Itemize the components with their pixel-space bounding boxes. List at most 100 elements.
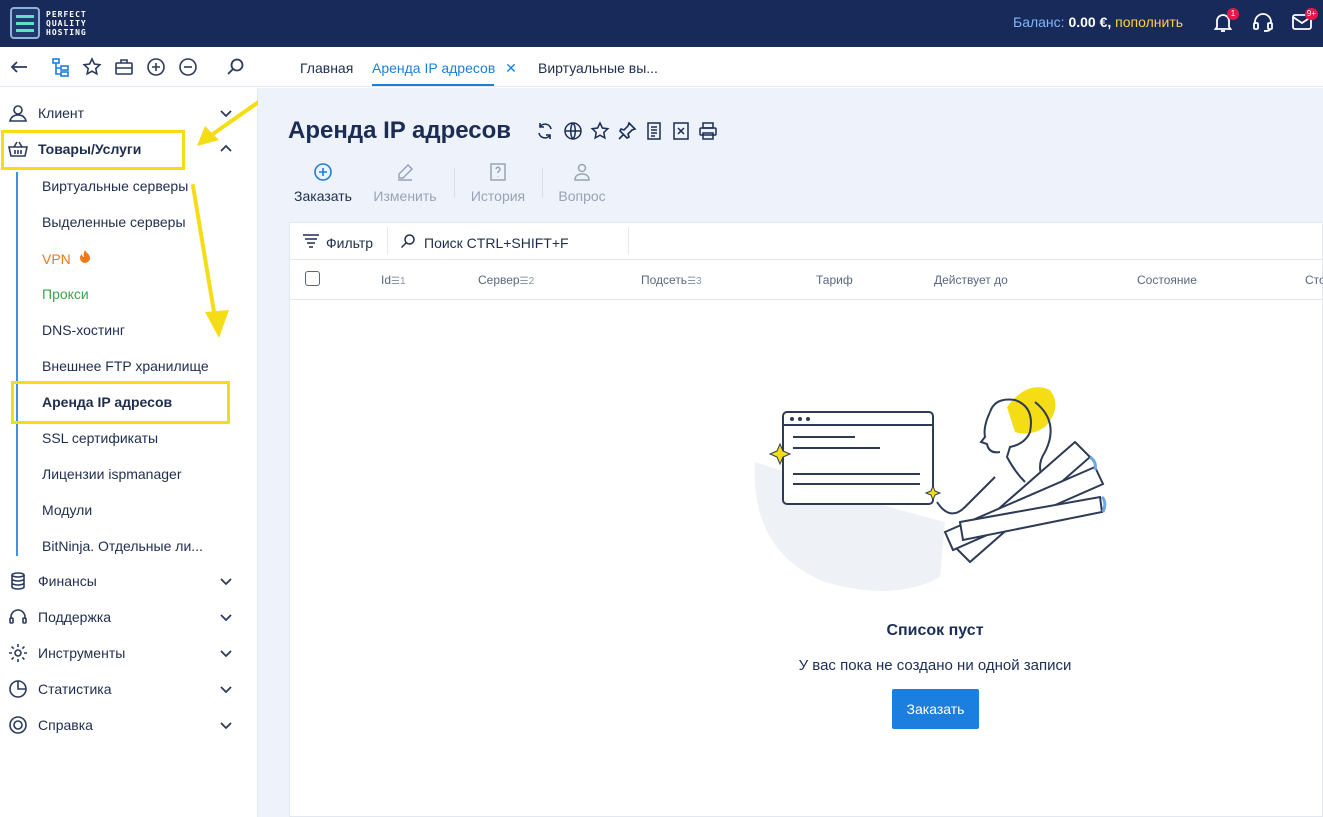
logo-line: PERFECT xyxy=(46,9,87,19)
sidebar-item-tools[interactable]: Инструменты xyxy=(0,635,258,671)
pin-icon[interactable] xyxy=(617,121,637,141)
action-label: Вопрос xyxy=(558,188,606,204)
history-action-button[interactable]: История xyxy=(467,162,529,204)
tab-home[interactable]: Главная xyxy=(300,60,353,76)
empty-state-title: Список пуст xyxy=(886,622,984,639)
tree-icon[interactable] xyxy=(51,57,71,77)
active-tab-indicator xyxy=(372,84,494,86)
star-icon[interactable] xyxy=(82,57,102,77)
excel-icon[interactable] xyxy=(671,121,691,141)
action-label: История xyxy=(470,188,526,204)
balance-label: Баланс: xyxy=(1013,14,1065,30)
filter-button[interactable]: Фильтр xyxy=(302,233,373,252)
sidebar-subitem-dns[interactable]: DNS-хостинг xyxy=(42,322,125,338)
chevron-down-icon xyxy=(219,574,233,588)
logo-icon xyxy=(10,7,40,39)
order-action-button[interactable]: Заказать xyxy=(291,162,355,204)
sidebar-subitem-dedicated-servers[interactable]: Выделенные серверы xyxy=(42,214,186,230)
sidebar-item-label: Финансы xyxy=(38,573,97,589)
sidebar-subitem-label: VPN xyxy=(42,251,71,267)
fire-icon xyxy=(79,250,91,267)
pie-chart-icon xyxy=(8,679,28,699)
minus-circle-icon[interactable] xyxy=(178,57,198,77)
sidebar-subitem-virtual-servers[interactable]: Виртуальные серверы xyxy=(42,178,188,194)
submenu-line xyxy=(16,172,18,556)
headset-icon xyxy=(8,607,28,627)
filter-icon xyxy=(302,233,320,252)
chevron-down-icon xyxy=(219,646,233,660)
globe-icon[interactable] xyxy=(563,121,583,141)
refresh-icon[interactable] xyxy=(535,121,555,141)
sidebar-item-label: Инструменты xyxy=(38,645,126,661)
sidebar-subitem-ftp[interactable]: Внешнее FTP хранилище xyxy=(42,358,209,374)
history-icon xyxy=(488,162,508,182)
sidebar-item-statistics[interactable]: Статистика xyxy=(0,671,258,707)
sidebar-subitem-proxy[interactable]: Прокси xyxy=(42,286,89,302)
top-header: PERFECT QUALITY HOSTING Баланс: 0.00 €, … xyxy=(0,0,1323,47)
column-header-id[interactable]: Id☰1 xyxy=(381,273,406,287)
pencil-icon xyxy=(395,162,415,182)
sidebar-item-label: Справка xyxy=(38,717,93,733)
sidebar-item-help[interactable]: Справка xyxy=(0,707,258,743)
column-header-state[interactable]: Состояние xyxy=(1137,273,1197,287)
filter-separator xyxy=(387,227,388,255)
bell-icon[interactable]: 1 xyxy=(1211,8,1239,34)
search-icon[interactable] xyxy=(226,57,246,77)
sidebar-subitem-vpn[interactable]: VPN xyxy=(42,250,91,267)
sidebar-subitem-modules[interactable]: Модули xyxy=(42,502,92,518)
sidebar-subitem-bitninja[interactable]: BitNinja. Отдельные ли... xyxy=(42,538,203,554)
empty-state-illustration xyxy=(754,387,1107,591)
chevron-down-icon xyxy=(219,610,233,624)
coins-icon xyxy=(8,571,28,591)
briefcase-icon[interactable] xyxy=(114,57,134,77)
filter-separator xyxy=(628,227,629,255)
highlight-box xyxy=(11,381,230,424)
sort-icon: ☰2 xyxy=(519,276,535,287)
search-placeholder: Поиск CTRL+SHIFT+F xyxy=(424,234,569,251)
topup-link[interactable]: пополнить xyxy=(1115,14,1183,30)
action-label: Заказать xyxy=(294,188,352,204)
filter-label: Фильтр xyxy=(326,234,374,251)
action-label: Изменить xyxy=(373,188,437,204)
star-icon[interactable] xyxy=(590,121,610,141)
back-arrow-icon[interactable] xyxy=(9,57,29,77)
column-header-server[interactable]: Сервер☰2 xyxy=(478,273,534,287)
gear-icon xyxy=(8,643,28,663)
search-input[interactable]: Поиск CTRL+SHIFT+F xyxy=(400,233,569,252)
highlight-box xyxy=(1,130,185,170)
column-header-valid-until[interactable]: Действует до xyxy=(934,273,1008,287)
question-action-button[interactable]: Вопрос xyxy=(555,162,609,204)
page-title: Аренда IP адресов xyxy=(288,117,512,144)
search-icon xyxy=(400,233,416,252)
tab-ip-rent[interactable]: Аренда IP адресов ✕ xyxy=(372,60,517,77)
sidebar-subitem-ispmanager[interactable]: Лицензии ispmanager xyxy=(42,466,182,482)
edit-action-button[interactable]: Изменить xyxy=(370,162,440,204)
lifebuoy-icon xyxy=(8,715,28,735)
sidebar-subitem-ssl[interactable]: SSL сертификаты xyxy=(42,430,158,446)
chevron-down-icon xyxy=(219,718,233,732)
plus-circle-icon[interactable] xyxy=(146,57,166,77)
select-all-checkbox[interactable] xyxy=(305,271,320,286)
messages-badge: 9+ xyxy=(1304,8,1318,20)
logo[interactable]: PERFECT QUALITY HOSTING xyxy=(10,7,87,39)
printer-icon[interactable] xyxy=(698,121,718,141)
column-header-subnet[interactable]: Подсеть☰3 xyxy=(641,273,702,287)
column-header-cost[interactable]: Сто xyxy=(1305,273,1323,287)
mail-icon[interactable]: 9+ xyxy=(1290,8,1318,34)
document-icon[interactable] xyxy=(644,121,664,141)
close-icon[interactable]: ✕ xyxy=(505,60,517,76)
balance-amount: 0.00 €, xyxy=(1068,14,1112,30)
column-header-tariff[interactable]: Тариф xyxy=(816,273,853,287)
chevron-down-icon xyxy=(219,682,233,696)
order-button[interactable]: Заказать xyxy=(892,689,979,729)
tab-virtual-servers[interactable]: Виртуальные вы... xyxy=(538,60,658,76)
sort-icon: ☰3 xyxy=(687,276,702,287)
user-icon xyxy=(8,103,28,123)
sidebar-item-support[interactable]: Поддержка xyxy=(0,599,258,635)
sidebar-item-label: Клиент xyxy=(38,105,85,121)
sidebar-item-finance[interactable]: Финансы xyxy=(0,563,258,599)
column-label: Подсеть xyxy=(641,273,688,287)
headset-icon[interactable] xyxy=(1251,10,1275,34)
sort-icon: ☰1 xyxy=(391,276,406,287)
sidebar-item-label: Поддержка xyxy=(38,609,112,625)
